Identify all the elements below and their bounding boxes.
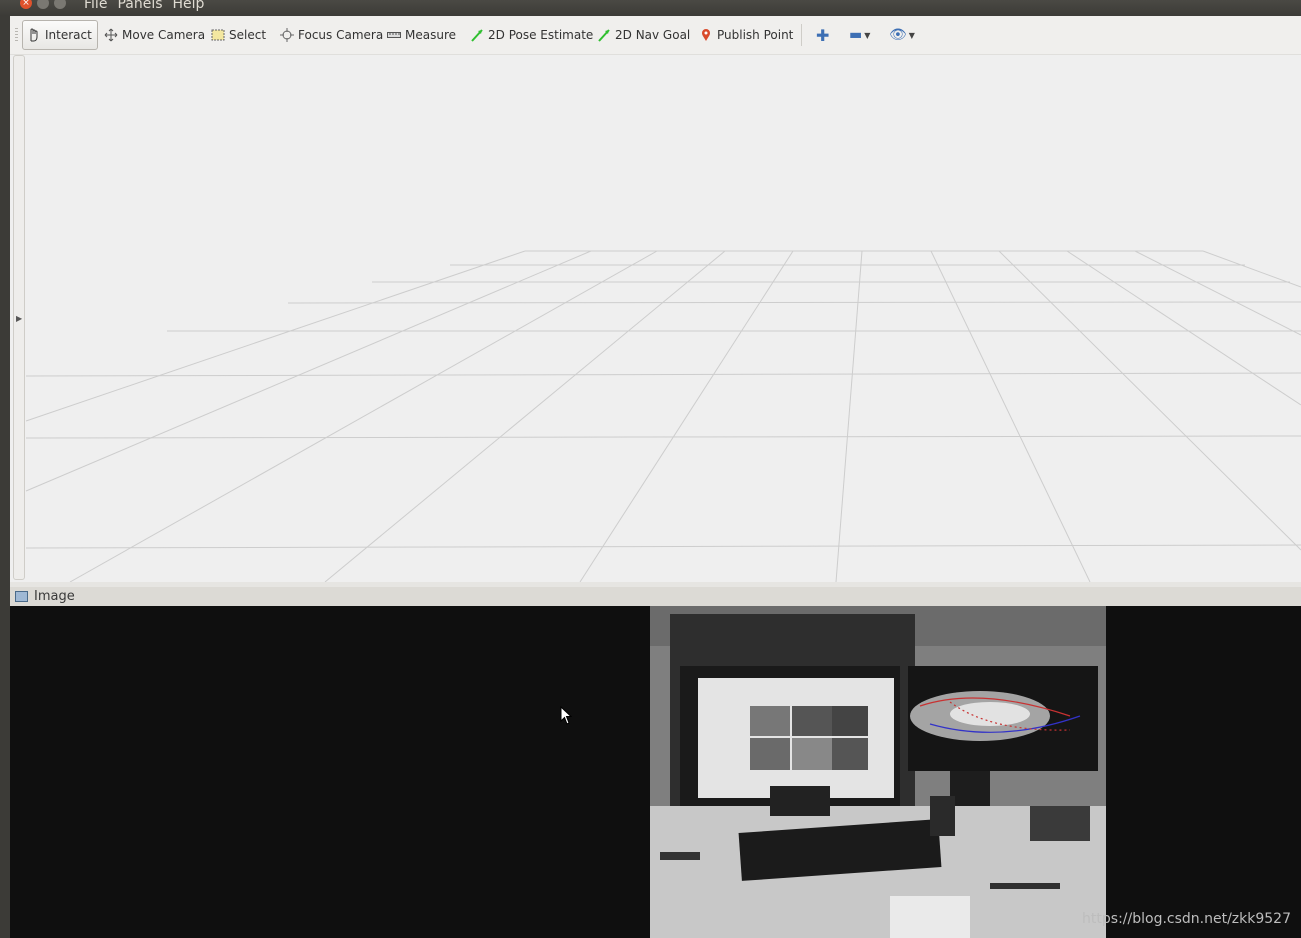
camera-image — [650, 606, 1106, 938]
measure-tool-button[interactable]: Measure — [383, 20, 460, 50]
2d-nav-goal-tool-button[interactable]: 2D Nav Goal — [593, 20, 694, 50]
2d-pose-estimate-tool-button[interactable]: 2D Pose Estimate — [466, 20, 597, 50]
move-camera-icon — [104, 28, 118, 42]
title-bar: × File Panels Help — [0, 0, 1301, 16]
3d-render-viewport[interactable]: ▶ — [10, 55, 1301, 582]
select-box-icon — [211, 29, 225, 41]
focus-camera-tool-label: Focus Camera — [298, 28, 384, 42]
plus-icon: ✚ — [816, 25, 830, 45]
ruler-icon — [387, 32, 401, 38]
ground-grid — [25, 250, 1301, 582]
interact-tool-button[interactable]: Interact — [22, 20, 98, 50]
toolbar-separator — [801, 24, 802, 46]
map-pin-icon — [702, 29, 710, 41]
maximize-window-button[interactable] — [54, 0, 66, 9]
move-camera-tool-button[interactable]: Move Camera — [100, 20, 209, 50]
move-camera-tool-label: Move Camera — [122, 28, 206, 42]
2d-pose-estimate-tool-label: 2D Pose Estimate — [488, 28, 594, 42]
select-tool-button[interactable]: Select — [207, 20, 270, 50]
image-panel-icon — [15, 591, 28, 602]
2d-nav-goal-tool-label: 2D Nav Goal — [615, 28, 691, 42]
minus-icon: ▬ — [849, 27, 863, 43]
chevron-right-icon: ▶ — [16, 314, 23, 323]
focus-camera-tool-button[interactable]: Focus Camera — [276, 20, 387, 50]
tools-toolbar: Interact Move Camera Select Focus Camera… — [10, 16, 1301, 55]
add-tool-button[interactable]: ✚ — [816, 24, 829, 46]
remove-tool-button[interactable]: ▬ ▼ — [849, 24, 870, 46]
focus-crosshair-icon — [280, 28, 294, 42]
eye-icon: 👁 — [889, 27, 907, 43]
menu-panels[interactable]: Panels — [117, 0, 162, 12]
publish-point-tool-button[interactable]: Publish Point — [695, 20, 797, 50]
green-arrow-icon — [471, 29, 483, 42]
measure-tool-label: Measure — [405, 28, 456, 42]
green-arrow-icon — [598, 29, 610, 42]
menu-file[interactable]: File — [84, 0, 107, 12]
menu-help[interactable]: Help — [173, 0, 205, 12]
image-panel-title: Image — [34, 589, 75, 604]
camera-frame-illustration — [650, 606, 1106, 938]
publish-point-tool-label: Publish Point — [717, 28, 794, 42]
chevron-down-icon: ▼ — [908, 30, 915, 40]
image-display-panel: https://blog.csdn.net/zkk9527 — [10, 606, 1301, 938]
toolbar-grip[interactable] — [15, 28, 18, 42]
left-dock-toggle[interactable]: ▶ — [13, 55, 25, 580]
chevron-down-icon: ▼ — [864, 30, 871, 40]
menu-bar: File Panels Help — [84, 0, 204, 12]
hand-icon — [30, 28, 38, 42]
close-window-button[interactable]: × — [20, 0, 32, 9]
watermark-text: https://blog.csdn.net/zkk9527 — [1082, 911, 1291, 927]
mouse-cursor-icon — [560, 706, 572, 725]
select-tool-label: Select — [229, 28, 267, 42]
visibility-tool-button[interactable]: 👁 ▼ — [889, 24, 915, 46]
image-panel-title-bar[interactable]: Image — [10, 587, 1301, 606]
left-window-edge — [0, 16, 10, 938]
minimize-window-button[interactable] — [37, 0, 49, 9]
interact-tool-label: Interact — [45, 28, 92, 42]
